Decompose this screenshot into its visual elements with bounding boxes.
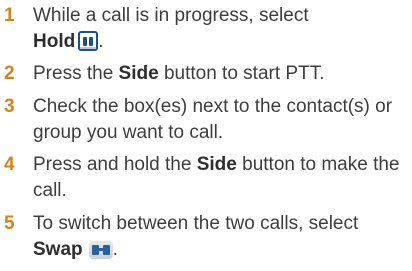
step-text: Check the box(es) next to the contact(s)…	[33, 96, 393, 143]
step-text-part: Press the	[33, 63, 119, 84]
step-text-part: button to start PTT.	[158, 63, 325, 84]
step-number: 3	[4, 96, 15, 117]
step-text-line: While a call is in progress, select	[33, 5, 309, 26]
hold-label: Hold	[33, 31, 76, 52]
step-text: To switch between the two calls, select …	[33, 213, 359, 260]
step-text: While a call is in progress, select Hold…	[33, 5, 309, 52]
step-text-line: To switch between the two calls, select	[33, 213, 359, 234]
swap-calls-icon	[88, 241, 113, 259]
step-number: 2	[4, 63, 15, 84]
hold-pause-icon	[78, 31, 99, 51]
step-text-part: Press and hold the	[33, 154, 197, 175]
side-label: Side	[196, 154, 237, 175]
swap-label: Swap	[33, 239, 83, 260]
step-text: Press and hold the Side button to make t…	[33, 152, 408, 204]
step-text: Press the Side button to start PTT.	[33, 61, 408, 87]
step-number: 1	[4, 5, 15, 26]
step-number: 4	[4, 154, 15, 175]
side-label: Side	[118, 63, 159, 84]
step-number: 5	[4, 213, 15, 234]
